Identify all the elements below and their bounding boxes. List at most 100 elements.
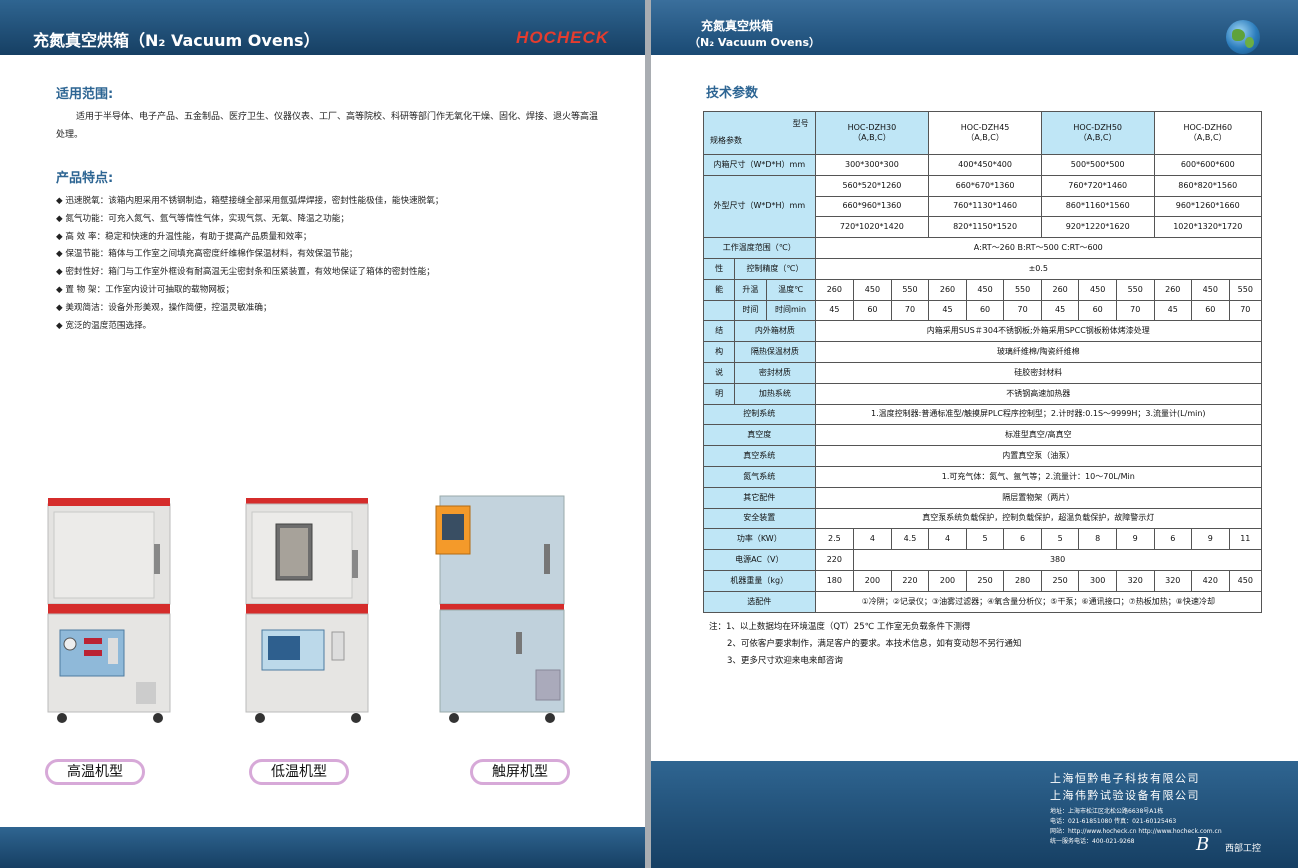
row-label: 隔热保温材质 [734,341,816,363]
signature-mark: B [1196,834,1210,855]
caption-touch-screen: 触屏机型 [470,759,570,785]
feature-item: ◆ 高 效 率：稳定和快速的升温性能，有助于提高产品质量和效率； [56,231,312,242]
table-cell: 600*600*600 [1153,154,1262,176]
row-value: 1.可充气体：氮气、氩气等；2.流量计：10～70L/Min [814,465,1263,488]
row-label: 加热系统 [734,382,816,405]
supply-label: 电源AC（V） [703,549,816,571]
perf-label: 能 [702,278,736,301]
options-value: ①冷阱；②记录仪；③油雾过滤器；④氧含量分析仪；⑤干泵；⑥通讯接口；⑦热板加热；… [814,590,1263,613]
table-cell: 70 [1115,299,1155,322]
model-header: HOC-DZH30 （A,B,C） [814,111,930,155]
table-cell: 1020*1320*1720 [1153,216,1262,239]
brand-logo: HOCHECK [516,28,609,47]
options-label: 选配件 [703,590,816,613]
right-title-cn: 充氮真空烘箱 [701,19,774,33]
table-cell: 300*300*300 [814,154,930,176]
table-cell: 920*1220*1620 [1040,216,1155,239]
right-header: 充氮真空烘箱 （N₂ Vacuum Ovens） [651,0,1298,55]
row-label: 氮气系统 [703,465,816,488]
table-corner: 型号 规格参数 [703,111,816,155]
table-cell: 260 [1040,278,1080,301]
table-cell: 500*500*500 [1040,154,1155,176]
table-cell: 220 [814,549,855,571]
note-line: 注：1、以上数据均在环境温度（QT）25℃ 工作室无负载条件下测得 [709,622,971,632]
ctrl-label: 控制精度（℃） [734,257,816,280]
scope-text: 适用于半导体、电子产品、五金制品、医疗卫生、仪器仪表、工厂、高等院校、科研等部门… [56,112,599,140]
table-cell: 760*1130*1460 [928,195,1042,218]
row-value: 内置真空泵（油泵） [814,445,1263,467]
left-footer-bar [0,827,645,868]
contact-line: 地址：上海市松江区北松公路6638号A1栋 [1050,808,1164,815]
table-cell: 280 [1003,569,1042,592]
table-cell: 180 [814,569,855,592]
row-label: 真空系统 [703,445,816,467]
row-label: 安全装置 [703,507,816,530]
left-title: 充氮真空烘箱（N₂ Vacuum Ovens） [33,31,320,50]
row-label: 控制系统 [703,403,816,426]
row-label: 真空度 [703,424,816,447]
row-value: 隔层置物架（两片） [814,486,1263,509]
table-cell: 550 [1003,278,1042,301]
spec-heading: 技术参数 [706,86,759,101]
table-cell: 450 [1228,569,1263,592]
table-cell: 960*1260*1660 [1153,195,1262,218]
table-cell: 60 [1191,299,1230,322]
table-cell: 820*1150*1520 [928,216,1042,239]
table-cell: 380 [853,549,1262,571]
table-cell: 860*820*1560 [1153,174,1262,197]
right-page: 充氮真空烘箱 （N₂ Vacuum Ovens） 技术参数 型号 规格参数 HO… [651,0,1298,868]
row-value: 1.温度控制器:普通标准型/触摸屏PLC程序控制型；2.计时器:0.1S～999… [814,403,1263,426]
table-cell: 70 [1003,299,1042,322]
perf-label-blank [702,299,736,322]
outer-size-label: 外型尺寸（W*D*H）mm [703,174,816,239]
company-name-1: 上海恒黔电子科技有限公司 [1050,772,1200,785]
table-cell: 450 [1191,278,1230,301]
corner-spec-label: 规格参数 [710,136,742,145]
model-header: HOC-DZH45 （A,B,C） [928,111,1042,155]
table-cell: 300 [1078,569,1117,592]
ctrl-value: ±0.5 [814,257,1263,280]
table-cell: 260 [928,278,967,301]
table-cell: 6 [1153,528,1193,551]
feature-item: ◆ 宽泛的温度范围选择。 [56,320,152,331]
row-label: 密封材质 [734,361,816,384]
low-temp-oven-image [245,498,369,723]
spec-table: 型号 规格参数 HOC-DZH30 （A,B,C） HOC-DZH45 （A,B… [702,111,1263,613]
table-cell: 45 [1040,299,1080,322]
table-cell: 70 [890,299,930,322]
table-cell: 45 [814,299,855,322]
globe-icon [1226,20,1260,54]
row-value: 硅胶密封材料 [814,361,1263,384]
scope-heading: 适用范围: [56,87,114,102]
corner-model-label: 型号 [792,119,809,128]
table-cell: 660*670*1360 [928,174,1042,197]
row-value: 标准型真空/高真空 [814,424,1263,447]
perf-label: 性 [702,257,736,280]
note-line: 2、可依客户要求制作，满足客户的要求。本技术信息，如有变动恕不另行通知 [727,639,1022,649]
table-cell: 2.5 [814,528,855,551]
table-cell: 8 [1078,528,1117,551]
table-cell: 450 [1078,278,1117,301]
table-cell: 4 [853,528,892,551]
caption-low-temp: 低温机型 [249,759,349,785]
table-cell: 45 [1153,299,1193,322]
table-cell: 60 [965,299,1005,322]
table-cell: 5 [1040,528,1080,551]
feature-item: ◆ 置 物 架：工作室内设计可抽取的载物网板； [56,284,235,295]
note-line: 3、更多尺寸欢迎来电来邮咨询 [727,656,843,666]
rise-time-label: 时间 [734,299,767,322]
feature-item: ◆ 保温节能：箱体与工作室之间填充高密度纤维棉作保温材料，有效保温节能； [56,249,358,260]
table-cell: 550 [890,278,930,301]
feature-item: ◆ 密封性好：箱门与工作室外框设有耐高温无尘密封条和压紧装置，有效地保证了箱体的… [56,267,435,278]
row-value: 内箱采用SUS＃304不锈钢板;外箱采用SPCC钢板粉体烤漆处理 [814,320,1263,343]
table-cell: 550 [1228,278,1263,301]
struct-label: 构 [702,341,736,363]
company-name-2: 上海伟黔试验设备有限公司 [1050,789,1200,802]
table-cell: 9 [1115,528,1155,551]
table-cell: 720*1020*1420 [814,216,930,239]
right-title-en: （N₂ Vacuum Ovens） [689,36,821,49]
table-cell: 260 [814,278,855,301]
left-header: 充氮真空烘箱（N₂ Vacuum Ovens） HOCHECK [0,0,645,55]
table-cell: 260 [1153,278,1193,301]
rise-label: 升温 [734,278,767,301]
